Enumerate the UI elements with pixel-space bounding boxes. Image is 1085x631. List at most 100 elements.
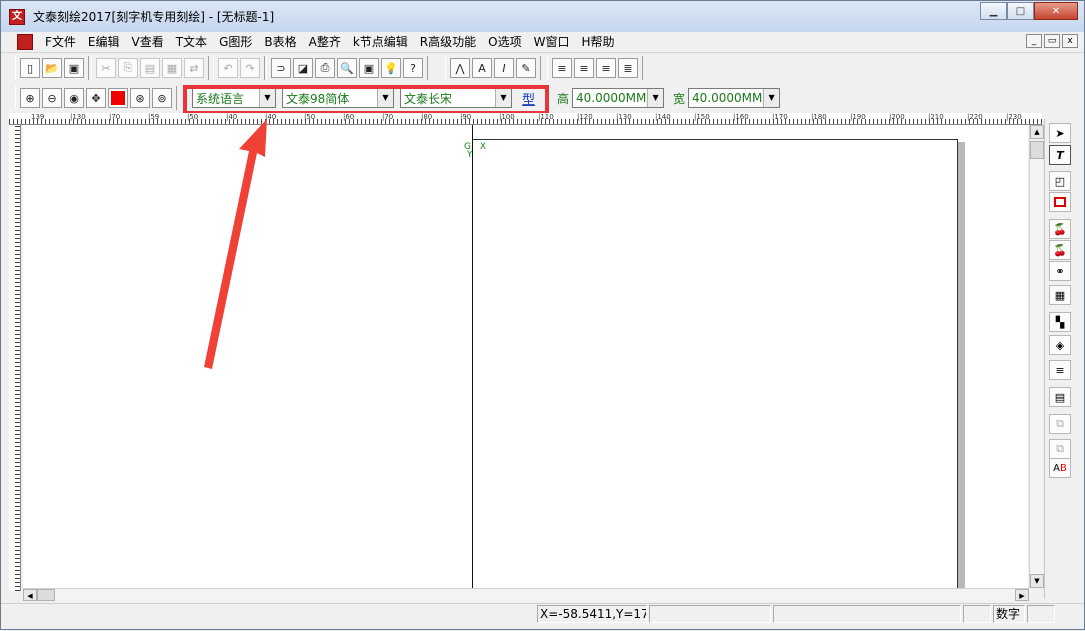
menu-node-edit[interactable]: k节点编辑 [347,32,414,52]
scroll-down-icon[interactable]: ▼ [1030,574,1044,588]
highlight-box [183,85,549,115]
fill-color-icon[interactable] [108,88,128,108]
shape-tool-icon[interactable]: ◰ [1049,171,1071,191]
mdi-restore-button[interactable]: ▭ [1044,34,1060,48]
menu-table[interactable]: B表格 [258,32,302,52]
bulb-icon[interactable]: 💡 [381,58,401,78]
cherry-icon[interactable]: 🍒 [1049,219,1071,239]
print-icon[interactable]: ⎙ [315,58,335,78]
align-right-icon[interactable]: ≡ [596,58,616,78]
menu-graphics[interactable]: G图形 [213,32,258,52]
plot-icon[interactable]: ◪ [293,58,313,78]
horizontal-ruler: 139 |130 |70 |59 |50 |40 |40 |50 |60 |70 |80 |90 |10… [9,113,1042,125]
vertical-scrollbar[interactable]: ▲ ▼ [1029,125,1044,588]
paragraph-icon[interactable]: ≡ [1049,360,1071,380]
zoom-group: ⊕ ⊖ ◉ ✥ ⊛ ⊚ [15,86,177,110]
page-icon[interactable]: ▤ [1049,387,1071,407]
page [472,139,958,588]
y-axis-line [472,125,473,588]
zoom-all-icon[interactable]: ⊚ [152,88,172,108]
menu-options[interactable]: O选项 [482,32,527,52]
clone-icon[interactable]: ▦ [162,58,182,78]
zoom-page-icon[interactable]: ◉ [64,88,84,108]
select-arrow-icon[interactable]: ➤ [1049,123,1071,143]
ruler-label: |70 [109,113,121,121]
cut-output-icon[interactable]: ⊃ [271,58,291,78]
color-grid-icon[interactable]: ▚ [1049,312,1071,332]
zoom-select-icon[interactable]: ⊛ [130,88,150,108]
open-folder-icon[interactable]: 📂 [42,58,62,78]
transform-icon[interactable]: ⇄ [184,58,204,78]
close-button[interactable]: ✕ [1034,2,1078,20]
cut-icon[interactable]: ✂ [96,58,116,78]
mdi-minimize-button[interactable]: _ [1026,34,1042,48]
scroll-left-icon[interactable]: ◀ [23,589,37,601]
output-group: ⊃ ◪ ⎙ 🔍 ▣ 💡 ? [266,56,428,80]
text-tool-icon[interactable]: T [1049,145,1071,165]
ruler-label: |230 [1006,113,1022,121]
align-left-icon[interactable]: ≡ [552,58,572,78]
status-cell-3 [773,605,961,623]
paste-icon[interactable]: ▤ [140,58,160,78]
disabled-tool-icon[interactable]: ⧉ [1049,414,1071,434]
ruler-label: |120 [577,113,593,121]
height-input[interactable]: 40.0000MM ▼ [572,88,665,108]
horizontal-scrollbar[interactable]: ◀ ▶ [23,588,1029,601]
menu-advanced[interactable]: R高级功能 [414,32,482,52]
zoom-out-icon[interactable]: ⊖ [42,88,62,108]
preview-icon[interactable]: 🔍 [337,58,357,78]
menu-view[interactable]: V查看 [126,32,170,52]
chevron-down-icon[interactable]: ▼ [647,89,664,107]
edit-text-icon[interactable]: ✎ [516,58,536,78]
main-toolbar: ▯ 📂 ▣ ✂ ⎘ ▤ ▦ ⇄ ↶ ↷ ⊃ ◪ ⎙ 🔍 ▣ 💡 ? ⋀ A I [1,54,1084,82]
frame-icon[interactable]: ▣ [359,58,379,78]
ab-text-icon[interactable]: AB [1049,458,1071,478]
redo-icon[interactable]: ↷ [240,58,260,78]
ruler-label: |220 [967,113,983,121]
align-center-icon[interactable]: ≡ [574,58,594,78]
menu-edit[interactable]: E编辑 [82,32,126,52]
ruler-label: |40 [226,113,238,121]
ellipse-icon[interactable]: ⚭ [1049,261,1071,281]
menu-file[interactable]: F文件 [39,32,82,52]
scroll-right-icon[interactable]: ▶ [1015,589,1029,601]
width-value: 40.0000MM [692,91,763,105]
italic-icon[interactable]: I [494,58,514,78]
new-file-icon[interactable]: ▯ [20,58,40,78]
disabled-tool-2-icon[interactable]: ⧉ [1049,439,1071,459]
document-icon[interactable] [17,34,33,50]
pan-icon[interactable]: ✥ [86,88,106,108]
menu-text[interactable]: T文本 [170,32,213,52]
maximize-button[interactable]: □ [1007,2,1034,20]
drawing-canvas[interactable]: G X Y [23,125,1028,588]
hscroll-thumb[interactable] [37,589,55,601]
vertical-ruler [9,125,21,591]
node-icon[interactable]: ⋀ [450,58,470,78]
menu-help[interactable]: H帮助 [575,32,620,52]
table-icon[interactable]: ▦ [1049,285,1071,305]
text-box-icon[interactable]: A [472,58,492,78]
menu-window[interactable]: W窗口 [528,32,576,52]
ruler-label: |90 [460,113,472,121]
zoom-in-icon[interactable]: ⊕ [20,88,40,108]
copy-icon[interactable]: ⎘ [118,58,138,78]
size-group: 高 40.0000MM ▼ 宽 40.0000MM ▼ [551,86,789,110]
width-input[interactable]: 40.0000MM ▼ [688,88,781,108]
ruler-label: |150 [694,113,710,121]
width-label: 宽 [673,91,686,106]
save-icon[interactable]: ▣ [64,58,84,78]
fill-bucket-icon[interactable]: ◈ [1049,335,1071,355]
undo-icon[interactable]: ↶ [218,58,238,78]
scroll-thumb[interactable] [1030,141,1044,159]
align-justify-icon[interactable]: ≣ [618,58,638,78]
chevron-down-icon[interactable]: ▼ [763,89,780,107]
mdi-close-button[interactable]: x [1062,34,1078,48]
minimize-button[interactable]: ▁ [980,2,1007,20]
cherry-2-icon[interactable]: 🍒 [1049,240,1071,260]
scroll-up-icon[interactable]: ▲ [1030,125,1044,139]
rectangle-icon[interactable] [1049,192,1071,212]
ruler-label: |170 [772,113,788,121]
help-icon[interactable]: ? [403,58,423,78]
ruler-label: |50 [187,113,199,121]
menu-align[interactable]: A整齐 [303,32,347,52]
